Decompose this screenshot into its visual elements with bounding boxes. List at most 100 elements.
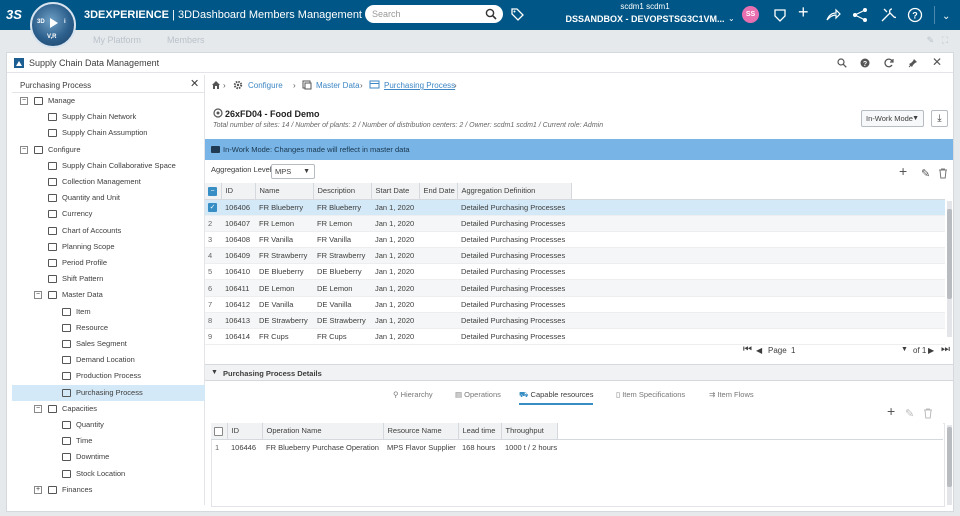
table-row[interactable]: ✓ 106406 FR Blueberry FR Blueberry Jan 1, 20… (205, 199, 945, 216)
cell-end[interactable] (419, 263, 457, 281)
cell-id[interactable]: 106413 (221, 312, 255, 330)
tab-operations[interactable]: ▤ Operations (455, 390, 501, 399)
edit-icon[interactable]: ✎ (905, 407, 914, 420)
column-header-description[interactable]: Description (313, 183, 372, 200)
search-icon[interactable] (837, 58, 847, 68)
tree-item[interactable]: − Capacities (12, 401, 205, 417)
user-menu[interactable]: scdm1 scdm1 DSSANDBOX - DEVOPSTSG3C1VM..… (560, 2, 730, 26)
column-header-id[interactable]: ID (227, 423, 263, 440)
column-header-start-date[interactable]: Start Date (371, 183, 420, 200)
tree-item[interactable]: − Manage (12, 93, 205, 109)
cell-agg[interactable]: Detailed Purchasing Processes (457, 199, 571, 216)
download-button[interactable]: ⤓ (931, 110, 948, 127)
tree-item[interactable]: Production Process (12, 368, 205, 384)
column-header-name[interactable]: Name (255, 183, 314, 200)
row-checkbox[interactable]: ✓ (208, 202, 217, 212)
column-header-end-date[interactable]: End Date (419, 183, 458, 200)
breadcrumb-configure[interactable]: Configure (248, 81, 283, 90)
close-icon[interactable]: ✕ (190, 77, 199, 90)
cell-agg[interactable]: Detailed Purchasing Processes (457, 231, 571, 249)
tree-item[interactable]: Currency (12, 206, 205, 222)
details-scrollbar[interactable] (947, 425, 952, 505)
tab-my-platform[interactable]: My Platform (93, 35, 141, 45)
trash-icon[interactable] (938, 168, 948, 179)
tree-item[interactable]: Supply Chain Collaborative Space (12, 158, 205, 174)
search-icon[interactable] (485, 8, 497, 20)
cell-desc[interactable]: DE Vanilla (313, 296, 371, 313)
cell-agg[interactable]: Detailed Purchasing Processes (457, 279, 571, 297)
column-header-throughput[interactable]: Throughput (501, 423, 558, 440)
tree-item[interactable]: Collection Management (12, 174, 205, 190)
table-row[interactable]: 6 106411 DE Lemon DE Lemon Jan 1, 2020 Detail… (205, 279, 945, 297)
cell-id[interactable]: 106412 (221, 296, 255, 313)
cell-end[interactable] (419, 215, 457, 232)
cell-start[interactable]: Jan 1, 2020 (371, 199, 419, 216)
cell-thr[interactable]: 1000 t / 2 hours (501, 439, 557, 455)
cell-start[interactable]: Jan 1, 2020 (371, 312, 419, 330)
tree-item[interactable]: Downtime (12, 449, 205, 465)
column-header-resource-name[interactable]: Resource Name (383, 423, 459, 440)
select-all-checkbox[interactable]: − (205, 183, 222, 200)
cell-id[interactable]: 106409 (221, 247, 255, 265)
cell-desc[interactable]: FR Lemon (313, 215, 371, 232)
cell-id[interactable]: 106410 (221, 263, 255, 281)
cell-desc[interactable]: DE Lemon (313, 279, 371, 297)
cell-op[interactable]: FR Blueberry Purchase Operation (262, 439, 383, 455)
tree-item[interactable]: − Configure (12, 142, 205, 158)
tab-members[interactable]: Members (167, 35, 205, 45)
chevron-down-icon[interactable]: ⌄ (942, 9, 950, 25)
tree-item[interactable]: Planning Scope (12, 239, 205, 255)
cell-name[interactable]: DE Strawberry (255, 312, 313, 330)
cell-agg[interactable]: Detailed Purchasing Processes (457, 263, 571, 281)
cell-end[interactable] (419, 247, 457, 265)
cell-end[interactable] (419, 279, 457, 297)
cell-id[interactable]: 106446 (227, 439, 262, 455)
table-row[interactable]: 4 106409 FR Strawberry FR Strawberry Jan 1, … (205, 247, 945, 265)
first-page-icon[interactable]: ⏮ (743, 344, 752, 355)
search-input[interactable]: Search (365, 5, 503, 23)
cell-agg[interactable]: Detailed Purchasing Processes (457, 247, 571, 265)
add-icon[interactable]: + (887, 403, 895, 419)
table-row[interactable]: 2 106407 FR Lemon FR Lemon Jan 1, 2020 Detail… (205, 215, 945, 232)
page-number-input[interactable]: 1 (791, 346, 795, 355)
column-header-id[interactable]: ID (221, 183, 256, 200)
table-row[interactable]: 7 106412 DE Vanilla DE Vanilla Jan 1, 2020 De… (205, 296, 945, 313)
cell-end[interactable] (419, 231, 457, 249)
tag-icon[interactable] (510, 7, 524, 21)
cell-res[interactable]: MPS Flavor Supplier (383, 439, 458, 455)
column-header-operation-name[interactable]: Operation Name (262, 423, 384, 440)
expand-icon[interactable]: + (34, 485, 42, 494)
cell-name[interactable]: FR Vanilla (255, 231, 313, 249)
cell-name[interactable]: DE Vanilla (255, 296, 313, 313)
cell-name[interactable]: DE Blueberry (255, 263, 313, 281)
collapse-icon[interactable]: − (20, 97, 28, 105)
grid-scrollbar[interactable] (947, 201, 952, 337)
tree-item[interactable]: Supply Chain Assumption (12, 125, 205, 141)
cell-start[interactable]: Jan 1, 2020 (371, 215, 419, 232)
aggregation-level-select[interactable]: MPS ▼ (271, 164, 315, 179)
tree-item[interactable]: Demand Location (12, 352, 205, 368)
cell-end[interactable] (419, 199, 457, 216)
row-number[interactable]: ✓ (205, 199, 221, 216)
avatar[interactable]: SS (742, 6, 759, 23)
cell-id[interactable]: 106411 (221, 279, 255, 297)
add-icon[interactable]: + (798, 3, 809, 21)
tree-item[interactable]: Chart of Accounts (12, 223, 205, 239)
table-row[interactable]: 1 106446 FR Blueberry Purchase Operation MP… (211, 439, 943, 455)
next-page-icon[interactable]: ▶ (928, 346, 934, 355)
details-header[interactable]: ▼ Purchasing Process Details (205, 364, 953, 381)
cell-start[interactable]: Jan 1, 2020 (371, 231, 419, 249)
tab-item-specifications[interactable]: ▯ Item Specifications (616, 390, 685, 399)
collapse-icon[interactable]: ▼ (211, 369, 218, 376)
tree-item[interactable]: Quantity (12, 417, 205, 433)
mode-dropdown[interactable]: In-Work Mode ▼ (861, 110, 924, 127)
cell-end[interactable] (419, 296, 457, 313)
tree-item[interactable]: Sales Segment (12, 336, 205, 352)
select-all-checkbox[interactable] (211, 423, 228, 440)
home-icon[interactable] (211, 80, 221, 90)
last-page-icon[interactable]: ⏭ (941, 344, 950, 355)
refresh-icon[interactable] (884, 58, 894, 68)
collapse-icon[interactable]: − (20, 145, 28, 154)
tab-capable-resources[interactable]: ⛟ Capable resources (519, 390, 594, 405)
breadcrumb-master-data[interactable]: Master Data (316, 81, 360, 90)
